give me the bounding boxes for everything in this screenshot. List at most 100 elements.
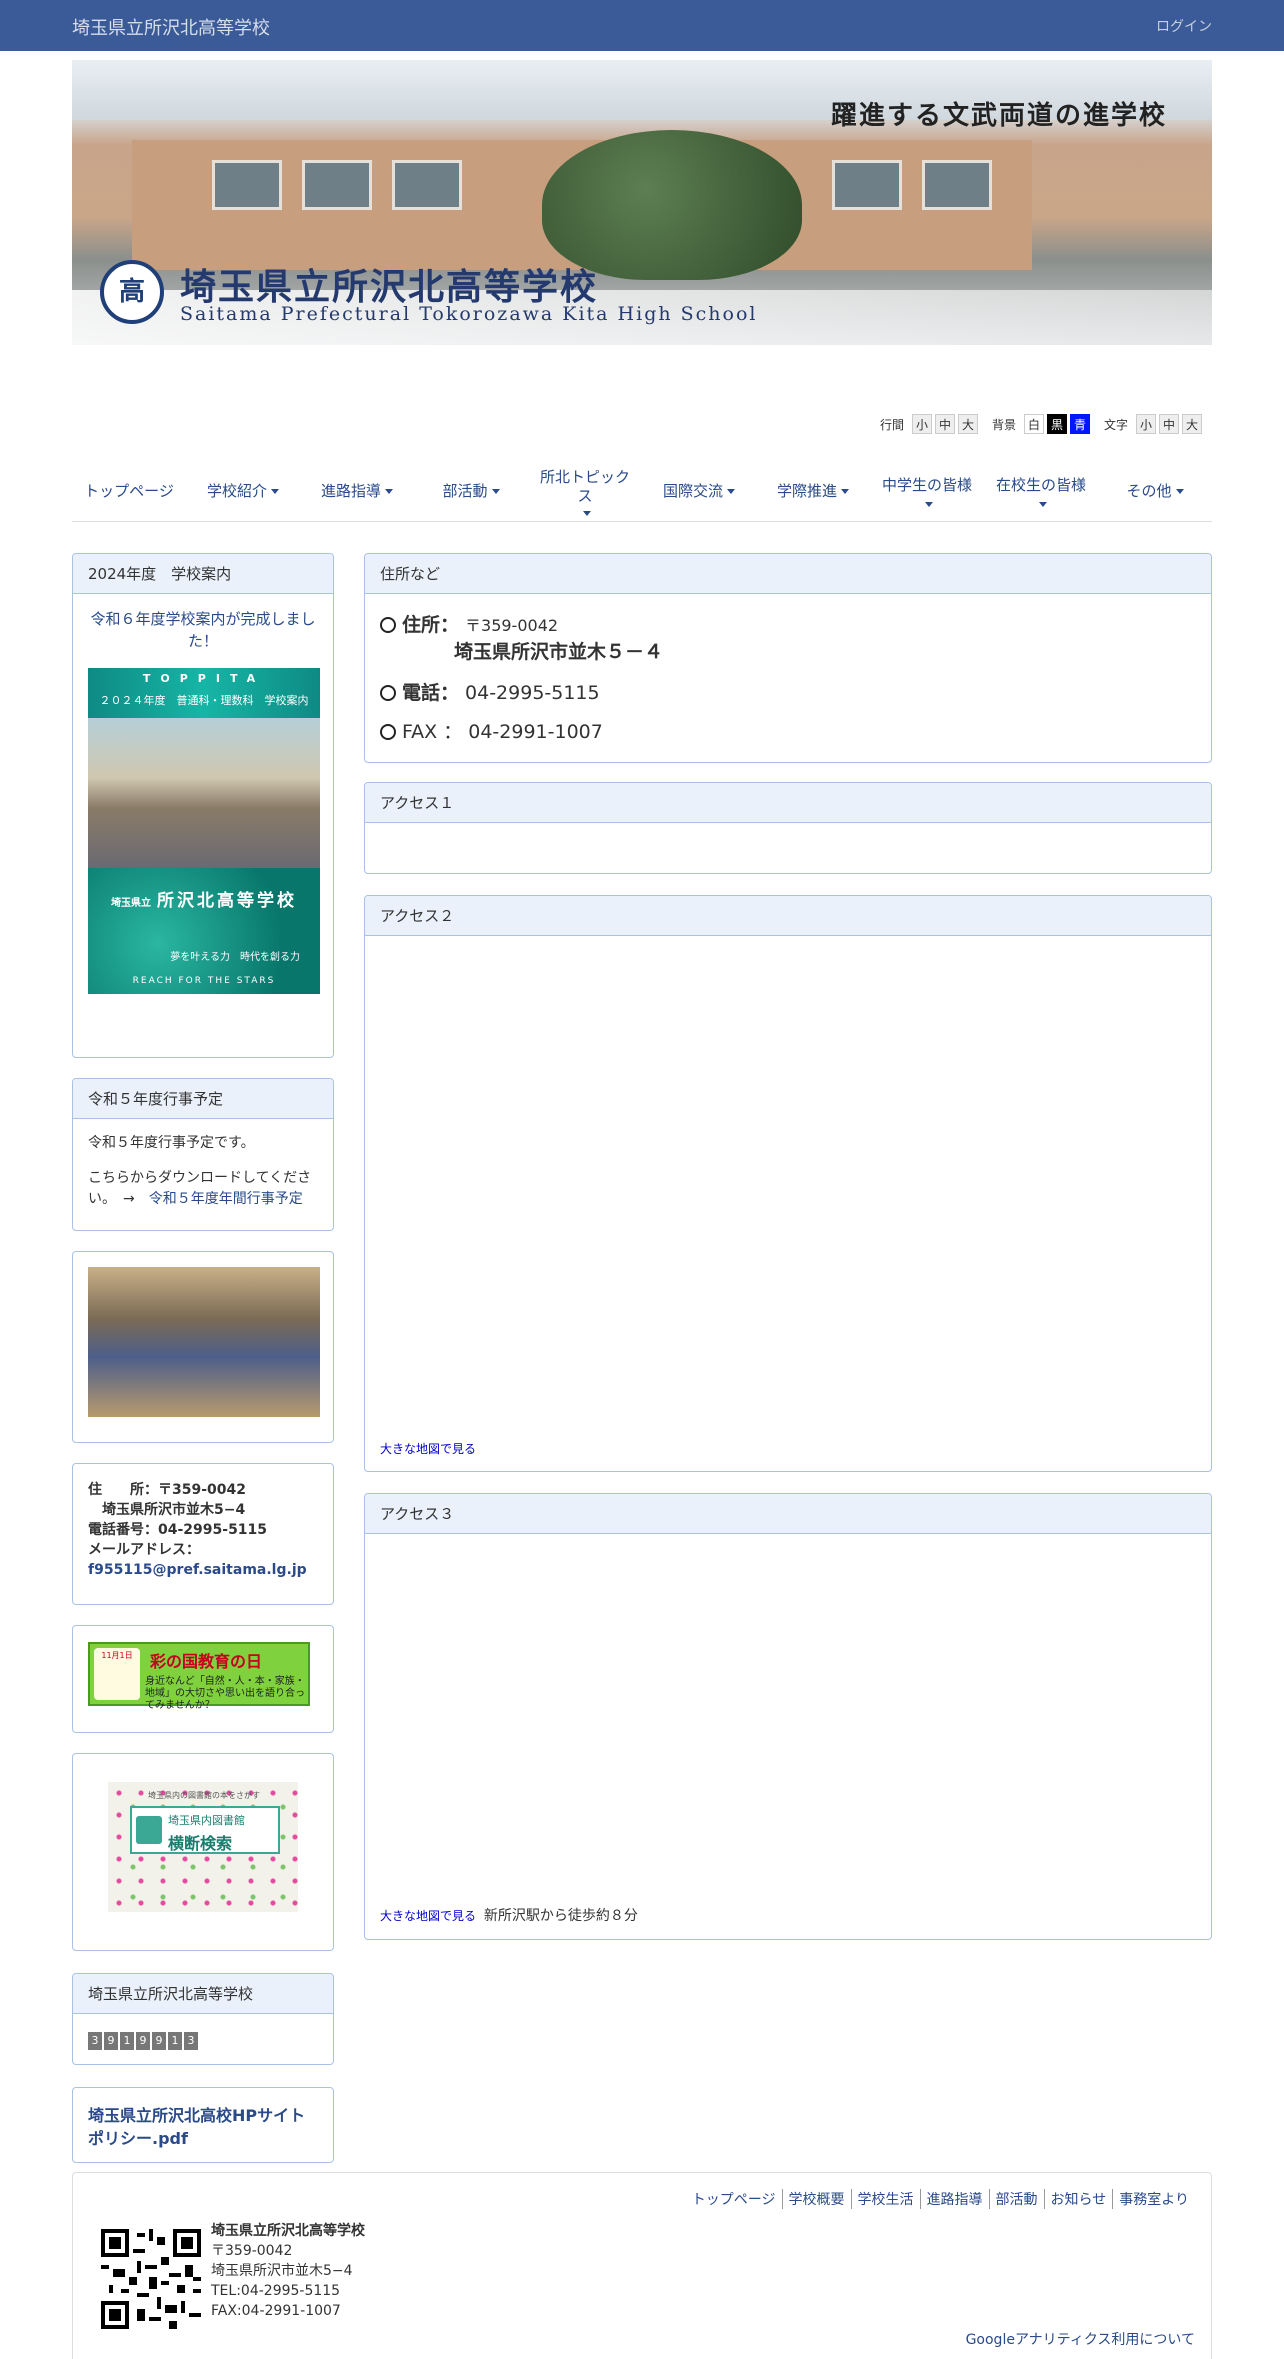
footer-link-clubs[interactable]: 部活動 [988,2189,1044,2209]
phone-line: 電話： 04-2995-5115 [380,678,1196,705]
library-search-banner[interactable]: 埼玉県内の図書館の本をさがす 埼玉県内図書館 横断検索 [108,1782,298,1912]
footer-link-overview[interactable]: 学校概要 [781,2189,851,2209]
counter-digit: 1 [120,2032,134,2050]
caret-down-icon [841,488,849,494]
site-policy-panel: 埼玉県立所沢北高校HPサイトポリシー.pdf [72,2087,334,2163]
visitor-counter: 3 9 1 9 9 1 3 [88,2032,318,2050]
text-size-controls: 文字 小 中 大 [1104,414,1202,434]
school-guide-cover-image[interactable]: TOPPITA ２０２４年度 普通科・理数科 学校案内 埼玉県立 所沢北高等学校 … [88,667,320,994]
edu-day-date: 11月1日 [101,1651,133,1660]
main-nav: トップページ 学校紹介 進路指導 部活動 所北トピック ス 国際交流 学際推進 … [72,462,1212,522]
nav-item-label: 部活動 [442,481,488,500]
address-email-link[interactable]: f955115@pref.saitama.lg.jp [88,1562,307,1578]
counter-digit: 9 [104,2032,118,2050]
school-guide-panel: 2024年度 学校案内 令和６年度学校案内が完成しました！ TOPPITA ２０… [72,553,334,1058]
main-address-panel: 住所など 住所： 〒359-0042 埼玉県所沢市並木５－４ 電話： 04-29… [364,553,1212,763]
address-postal: 住 所：〒359-0042 [88,1482,246,1498]
schedule-panel: 令和５年度行事予定 令和５年度行事予定です。 こちらからダウンロードしてください… [72,1078,334,1231]
library-panel: 埼玉県内の図書館の本をさがす 埼玉県内図書館 横断検索 [72,1753,334,1951]
nav-item-international[interactable]: 国際交流 [642,462,756,521]
background-blue-button[interactable]: 青 [1069,414,1090,434]
school-guide-link[interactable]: 令和６年度学校案内が完成しました！ [88,609,318,653]
counter-digit: 3 [88,2032,102,2050]
schedule-download-link[interactable]: 令和５年度年間行事予定 [149,1191,303,1207]
footer-links: トップページ 学校概要 学校生活 進路指導 部活動 お知らせ 事務室より [686,2189,1195,2209]
photo-panel [72,1251,334,1443]
map-link-row: 大きな地図で見る 新所沢駅から徒歩約８分 [380,1905,638,1925]
edu-day-banner[interactable]: 11月1日 彩の国教育の日 身近なんど「自然・人・本・家族・地域」の大切さや思い… [88,1642,310,1711]
footer-link-office[interactable]: 事務室より [1112,2189,1195,2209]
map-link-row: 大きな地図で見る [380,1440,476,1457]
nav-item-school-intro[interactable]: 学校紹介 [186,462,300,521]
nav-item-interdisciplinary[interactable]: 学際推進 [756,462,870,521]
banner-window [212,160,282,210]
nav-item-junior-high[interactable]: 中学生の皆様 [870,462,984,521]
background-white-button[interactable]: 白 [1023,414,1044,434]
google-analytics-link[interactable]: Googleアナリティクス利用について [966,2329,1195,2349]
edu-day-icon: 11月1日 [94,1648,140,1700]
footer-link-top[interactable]: トップページ [686,2189,782,2209]
cover-bottom: 埼玉県立 所沢北高等学校 夢を叶える力 時代を創る力 REACH FOR THE … [88,867,320,994]
library-banner-line2: 横断検索 [168,1834,233,1853]
footer-link-school-life[interactable]: 学校生活 [850,2189,920,2209]
footer: トップページ 学校概要 学校生活 進路指導 部活動 お知らせ 事務室より 埼玉県… [72,2172,1212,2359]
text-size-small-button[interactable]: 小 [1136,414,1156,434]
school-emblem-icon: 高 [100,260,164,324]
panel-heading: 令和５年度行事予定 [73,1079,333,1119]
login-link[interactable]: ログイン [1156,16,1212,36]
background-black-button[interactable]: 黒 [1046,414,1067,434]
nav-item-other[interactable]: その他 [1098,462,1212,521]
nav-item-career[interactable]: 進路指導 [300,462,414,521]
background-controls: 背景 白 黒 青 [992,414,1090,434]
station-walk-note: 新所沢駅から徒歩約８分 [483,1908,638,1924]
nav-item-topics[interactable]: 所北トピック ス [528,462,642,521]
circle-icon [380,724,396,740]
banner-window [302,160,372,210]
text-size-label: 文字 [1103,417,1128,432]
nav-item-label: 中学生の皆様 [881,476,972,495]
footer-school-name: 埼玉県立所沢北高等学校 [211,2221,365,2241]
nav-item-clubs[interactable]: 部活動 [414,462,528,521]
nav-item-students[interactable]: 在校生の皆様 [984,462,1098,521]
nav-item-label: トップページ [84,481,174,500]
phone-label: 電話： [402,682,460,704]
cover-school-prefix: 埼玉県立 [111,897,151,909]
library-banner-line1: 埼玉県内図書館 [168,1814,245,1827]
large-map-link[interactable]: 大きな地図で見る [380,1442,476,1456]
footer-link-news[interactable]: お知らせ [1043,2189,1113,2209]
accessibility-controls: 行間 小 中 大 背景 白 黒 青 文字 小 中 大 [866,414,1202,434]
address-email-label: メールアドレス： [88,1542,200,1558]
site-title-link[interactable]: 埼玉県立所沢北高等学校 [72,14,270,40]
large-map-link[interactable]: 大きな地図で見る [380,1909,476,1923]
line-height-small-button[interactable]: 小 [911,414,932,434]
footer-link-career[interactable]: 進路指導 [919,2189,989,2209]
counter-panel: 埼玉県立所沢北高等学校 3 9 1 9 9 1 3 [72,1973,334,2065]
nav-item-top[interactable]: トップページ [72,462,186,521]
qr-code-icon [101,2229,201,2329]
banner-window [832,160,902,210]
text-size-large-button[interactable]: 大 [1182,414,1202,434]
banner-school-name-en: Saitama Prefectural Tokorozawa Kita High… [180,303,758,325]
caret-down-icon [583,510,591,516]
address-tel: 電話番号：04-2995-5115 [88,1522,268,1538]
address-line: 住所： 〒359-0042 [380,610,1196,637]
circle-icon [380,685,396,701]
footer-contact: 埼玉県立所沢北高等学校 〒359-0042 埼玉県所沢市並木5−4 TEL:04… [211,2221,365,2321]
footer-fax: FAX:04-2991-1007 [211,2303,341,2319]
line-height-large-button[interactable]: 大 [957,414,978,434]
edu-day-panel: 11月1日 彩の国教育の日 身近なんど「自然・人・本・家族・地域」の大切さや思い… [72,1625,334,1733]
cover-top: TOPPITA ２０２４年度 普通科・理数科 学校案内 [88,667,320,718]
address-value: 埼玉県所沢市並木５－４ [454,641,664,663]
site-policy-link[interactable]: 埼玉県立所沢北高校HPサイトポリシー.pdf [88,2106,305,2148]
students-group-photo [88,1267,320,1417]
address-panel: 住 所：〒359-0042 埼玉県所沢市並木5−4 電話番号：04-2995-5… [72,1463,334,1605]
nav-item-label: 進路指導 [320,481,381,500]
text-size-medium-button[interactable]: 中 [1159,414,1179,434]
header-banner: 躍進する文武両道の進学校 高 埼玉県立所沢北高等学校 Saitama Prefe… [72,60,1212,345]
panel-heading: 2024年度 学校案内 [73,554,333,594]
address-street: 埼玉県所沢市並木5−4 [88,1502,246,1518]
banner-window [392,160,462,210]
search-icon [136,1816,162,1844]
line-height-medium-button[interactable]: 中 [934,414,955,434]
counter-digit: 3 [184,2032,198,2050]
